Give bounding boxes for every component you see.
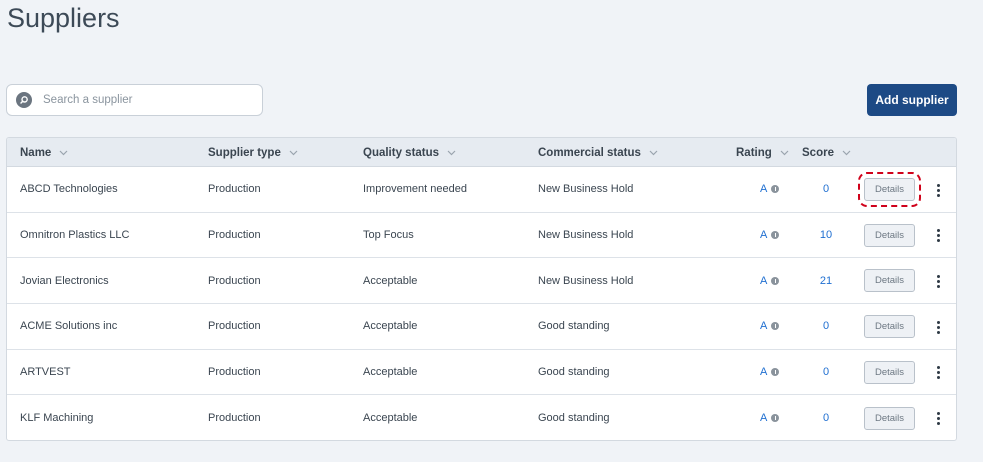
score-cell: 0 bbox=[819, 167, 833, 212]
kebab-menu-icon[interactable] bbox=[933, 409, 943, 429]
details-button[interactable]: Details bbox=[864, 269, 915, 293]
score-cell: 0 bbox=[819, 304, 833, 349]
quality-status: Acceptable bbox=[363, 366, 418, 379]
chevron-down-icon bbox=[780, 150, 789, 155]
commercial-status: New Business Hold bbox=[538, 274, 634, 287]
rating-link[interactable]: A bbox=[760, 229, 767, 241]
score-cell: 10 bbox=[819, 213, 833, 258]
table-row: ARTVEST Production Acceptable Good standing… bbox=[7, 350, 956, 396]
quality-status: Acceptable bbox=[363, 274, 418, 287]
rating-cell: A bbox=[760, 167, 780, 212]
supplier-type: Production bbox=[208, 412, 261, 425]
table-row: KLF Machining Production Acceptable Good st… bbox=[7, 396, 956, 441]
details-button[interactable]: Details bbox=[858, 172, 921, 207]
score-link[interactable]: 0 bbox=[823, 412, 829, 424]
column-header-rating[interactable]: Rating bbox=[736, 138, 789, 167]
column-header-commercial-status[interactable]: Commercial status bbox=[538, 138, 658, 167]
quality-status: Top Focus bbox=[363, 229, 414, 242]
supplier-name: ARTVEST bbox=[20, 366, 71, 379]
rating-link[interactable]: A bbox=[760, 183, 767, 195]
supplier-name: Jovian Electronics bbox=[20, 274, 109, 287]
quality-status: Acceptable bbox=[363, 320, 418, 333]
details-button[interactable]: Details bbox=[864, 315, 915, 339]
search-placeholder: Search a supplier bbox=[43, 94, 133, 106]
score-link[interactable]: 10 bbox=[820, 229, 832, 241]
commercial-status: New Business Hold bbox=[538, 183, 634, 196]
info-icon[interactable] bbox=[771, 276, 780, 285]
column-label: Rating bbox=[736, 146, 772, 159]
quality-status: Acceptable bbox=[363, 412, 418, 425]
commercial-status: Good standing bbox=[538, 320, 610, 333]
rating-link[interactable]: A bbox=[760, 366, 767, 378]
rating-link[interactable]: A bbox=[760, 275, 767, 287]
rating-cell: A bbox=[760, 304, 780, 349]
info-icon[interactable] bbox=[771, 368, 780, 377]
details-button[interactable]: Details bbox=[864, 406, 915, 430]
supplier-type: Production bbox=[208, 183, 261, 196]
rating-cell: A bbox=[760, 350, 780, 395]
column-label: Name bbox=[20, 146, 52, 159]
table-row: ABCD Technologies Production Improvement n… bbox=[7, 167, 956, 213]
score-link[interactable]: 0 bbox=[823, 366, 829, 378]
commercial-status: Good standing bbox=[538, 366, 610, 379]
table-row: Omnitron Plastics LLC Production Top Focus… bbox=[7, 213, 956, 259]
search-input[interactable]: Search a supplier bbox=[6, 84, 263, 116]
kebab-menu-icon[interactable] bbox=[933, 226, 943, 246]
kebab-menu-icon[interactable] bbox=[933, 317, 943, 337]
add-supplier-button[interactable]: Add supplier bbox=[867, 84, 957, 116]
score-link[interactable]: 0 bbox=[823, 183, 829, 195]
table-row: Jovian Electronics Production Acceptable Ne… bbox=[7, 258, 956, 305]
details-button[interactable]: Details bbox=[864, 360, 915, 384]
supplier-name: ACME Solutions inc bbox=[20, 320, 118, 333]
column-label: Commercial status bbox=[538, 146, 641, 159]
rating-link[interactable]: A bbox=[760, 320, 767, 332]
column-header-name[interactable]: Name bbox=[20, 138, 68, 167]
search-icon bbox=[16, 92, 32, 108]
column-label: Quality status bbox=[363, 146, 440, 159]
column-label: Supplier type bbox=[208, 146, 281, 159]
suppliers-table: Name Supplier type Quality status Commer… bbox=[6, 137, 957, 441]
info-icon[interactable] bbox=[771, 322, 780, 331]
chevron-down-icon bbox=[842, 150, 851, 155]
commercial-status: Good standing bbox=[538, 412, 610, 425]
supplier-name: ABCD Technologies bbox=[20, 183, 118, 196]
column-header-quality-status[interactable]: Quality status bbox=[363, 138, 456, 167]
score-link[interactable]: 21 bbox=[820, 275, 832, 287]
score-link[interactable]: 0 bbox=[823, 320, 829, 332]
chevron-down-icon bbox=[289, 150, 298, 155]
chevron-down-icon bbox=[59, 150, 68, 155]
table-row: ACME Solutions inc Production Acceptable Go… bbox=[7, 304, 956, 350]
chevron-down-icon bbox=[447, 150, 456, 155]
rating-cell: A bbox=[760, 396, 780, 441]
quality-status: Improvement needed bbox=[363, 183, 467, 196]
info-icon[interactable] bbox=[771, 414, 780, 423]
info-icon[interactable] bbox=[771, 231, 780, 240]
kebab-menu-icon[interactable] bbox=[933, 363, 943, 383]
score-cell: 0 bbox=[819, 350, 833, 395]
supplier-type: Production bbox=[208, 366, 261, 379]
rating-link[interactable]: A bbox=[760, 412, 767, 424]
details-button[interactable]: Details bbox=[864, 223, 915, 247]
column-header-score[interactable]: Score bbox=[802, 138, 851, 167]
supplier-type: Production bbox=[208, 229, 261, 242]
kebab-menu-icon[interactable] bbox=[933, 180, 943, 200]
rating-cell: A bbox=[760, 258, 780, 303]
commercial-status: New Business Hold bbox=[538, 229, 634, 242]
score-cell: 0 bbox=[819, 396, 833, 441]
info-icon[interactable] bbox=[771, 185, 780, 194]
score-cell: 21 bbox=[819, 258, 833, 303]
chevron-down-icon bbox=[649, 150, 658, 155]
supplier-type: Production bbox=[208, 274, 261, 287]
column-header-supplier-type[interactable]: Supplier type bbox=[208, 138, 298, 167]
supplier-type: Production bbox=[208, 320, 261, 333]
kebab-menu-icon[interactable] bbox=[933, 271, 943, 291]
rating-cell: A bbox=[760, 213, 780, 258]
supplier-name: KLF Machining bbox=[20, 412, 94, 425]
page-title: Suppliers bbox=[7, 3, 120, 33]
supplier-name: Omnitron Plastics LLC bbox=[20, 229, 130, 242]
column-label: Score bbox=[802, 146, 834, 159]
table-header: Name Supplier type Quality status Commer… bbox=[7, 138, 956, 167]
